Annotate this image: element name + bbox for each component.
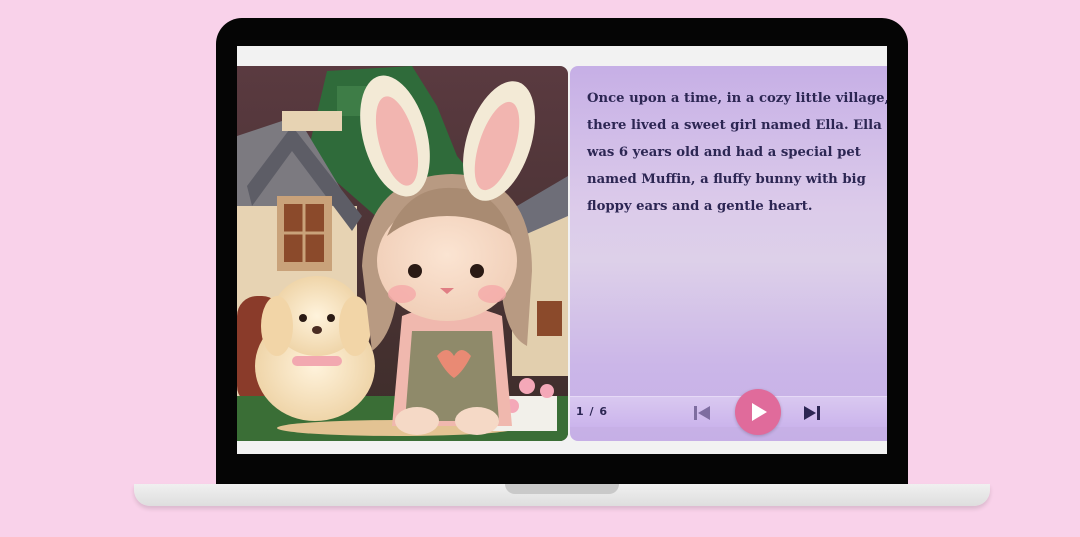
laptop-notch	[505, 484, 619, 494]
previous-page-button[interactable]	[691, 403, 713, 423]
next-page-button[interactable]	[801, 403, 823, 423]
illustration-image	[237, 66, 568, 441]
story-text-page: Once upon a time, in a cozy little villa…	[570, 66, 887, 441]
play-button[interactable]	[735, 389, 781, 435]
player-controls: 1 / 6	[570, 389, 887, 435]
story-illustration	[237, 66, 568, 441]
skip-previous-icon	[694, 406, 710, 420]
story-text: Once upon a time, in a cozy little villa…	[587, 91, 887, 214]
skip-next-icon	[804, 406, 820, 420]
play-icon	[752, 403, 767, 421]
page-counter: 1 / 6	[576, 405, 608, 418]
laptop-screen: Once upon a time, in a cozy little villa…	[237, 46, 887, 454]
